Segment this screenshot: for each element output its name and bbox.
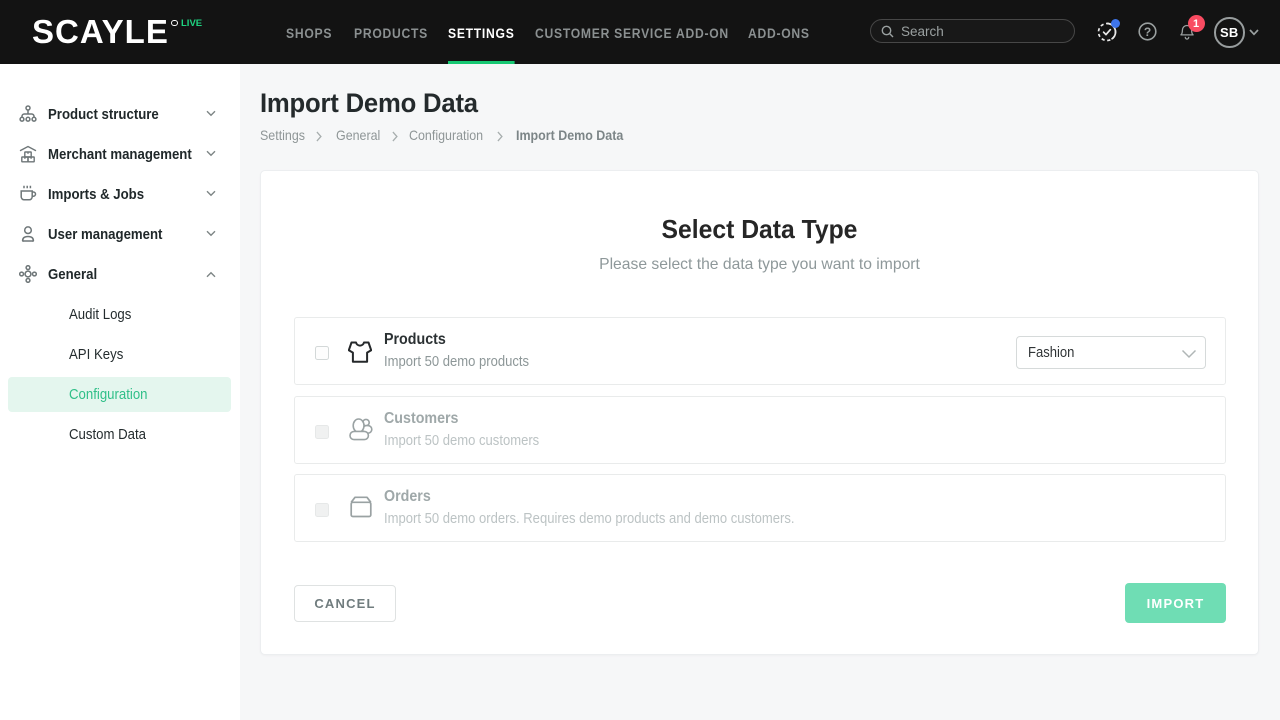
svg-text:?: ? (1144, 25, 1151, 39)
